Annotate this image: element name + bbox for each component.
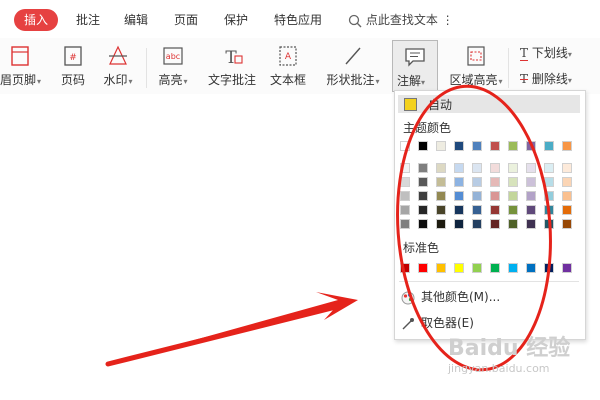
watermark-brand: Baidu 经验 — [448, 336, 571, 361]
watermark-url: jingyan.baidu.com — [448, 362, 550, 375]
baidu-watermark: Baidu 经验 jingyan.baidu.com — [448, 330, 570, 375]
red-arrow-icon — [105, 292, 358, 367]
